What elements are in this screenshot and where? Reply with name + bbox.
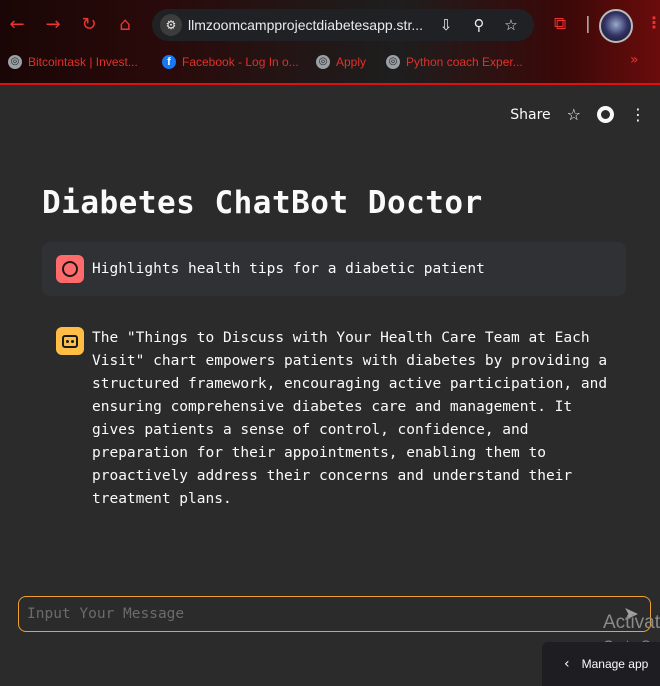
bot-avatar-icon xyxy=(56,327,84,355)
bookmark-label: Apply xyxy=(336,55,367,69)
user-avatar-icon xyxy=(56,255,84,283)
globe-icon: ◎ xyxy=(386,55,400,69)
manage-app-label: Manage app xyxy=(581,657,649,671)
windows-activate-watermark: Activat xyxy=(603,612,660,633)
home-icon[interactable]: ⌂ xyxy=(114,14,136,36)
chat-message-user: Highlights health tips for a diabetic pa… xyxy=(42,242,626,296)
extensions-puzzle-icon[interactable]: ⧉ xyxy=(554,14,566,34)
chevron-left-icon: ‹ xyxy=(564,656,570,672)
browser-menu-icon[interactable]: ⋮ xyxy=(646,13,660,32)
chat-input[interactable] xyxy=(27,597,607,631)
star-icon[interactable]: ☆ xyxy=(567,105,581,124)
bookmark-star-icon[interactable]: ☆ xyxy=(501,15,521,35)
bookmark-facebook[interactable]: f Facebook - Log In o... xyxy=(162,53,299,71)
address-bar[interactable]: ⚙ llmzoomcampprojectdiabetesapp.str... ⇩… xyxy=(152,9,534,41)
bookmark-label: Facebook - Log In o... xyxy=(182,55,299,69)
chat-input-container: ➤ xyxy=(18,596,651,632)
more-options-icon[interactable]: ⋮ xyxy=(630,105,646,124)
github-icon[interactable] xyxy=(597,106,614,123)
globe-icon: ◎ xyxy=(8,55,22,69)
site-info-icon[interactable]: ⚙ xyxy=(160,14,182,36)
install-app-icon[interactable]: ⇩ xyxy=(436,15,456,35)
share-button[interactable]: Share xyxy=(510,107,550,123)
bookmark-python-coach[interactable]: ◎ Python coach Exper... xyxy=(386,53,523,71)
streamlit-app: Share ☆ ⋮ Diabetes ChatBot Doctor Highli… xyxy=(0,85,660,686)
more-bookmarks-icon[interactable]: » xyxy=(630,52,639,68)
chat-message-assistant: The "Things to Discuss with Your Health … xyxy=(42,323,626,515)
back-arrow-icon[interactable]: ← xyxy=(6,14,28,36)
toolbar-divider: | xyxy=(585,14,591,34)
browser-chrome: ← → ↻ ⌂ ⚙ llmzoomcampprojectdiabetesapp.… xyxy=(0,0,660,84)
message-text: The "Things to Discuss with Your Health … xyxy=(92,330,608,507)
message-text: Highlights health tips for a diabetic pa… xyxy=(92,261,485,277)
page-title: Diabetes ChatBot Doctor xyxy=(42,185,483,221)
manage-app-button[interactable]: ‹ Manage app xyxy=(542,642,660,686)
profile-avatar[interactable] xyxy=(599,9,633,43)
app-header-actions: Share ☆ ⋮ xyxy=(510,105,646,124)
bookmark-label: Bitcointask | Invest... xyxy=(28,55,138,69)
bookmark-bitcointask[interactable]: ◎ Bitcointask | Invest... xyxy=(8,53,138,71)
reload-icon[interactable]: ↻ xyxy=(78,14,100,36)
url-text[interactable]: llmzoomcampprojectdiabetesapp.str... xyxy=(188,17,428,33)
globe-icon: ◎ xyxy=(316,55,330,69)
bookmark-label: Python coach Exper... xyxy=(406,55,523,69)
facebook-icon: f xyxy=(162,55,176,69)
forward-arrow-icon[interactable]: → xyxy=(42,14,64,36)
bookmark-apply[interactable]: ◎ Apply xyxy=(316,53,366,71)
zoom-icon[interactable]: ⚲ xyxy=(469,15,489,35)
